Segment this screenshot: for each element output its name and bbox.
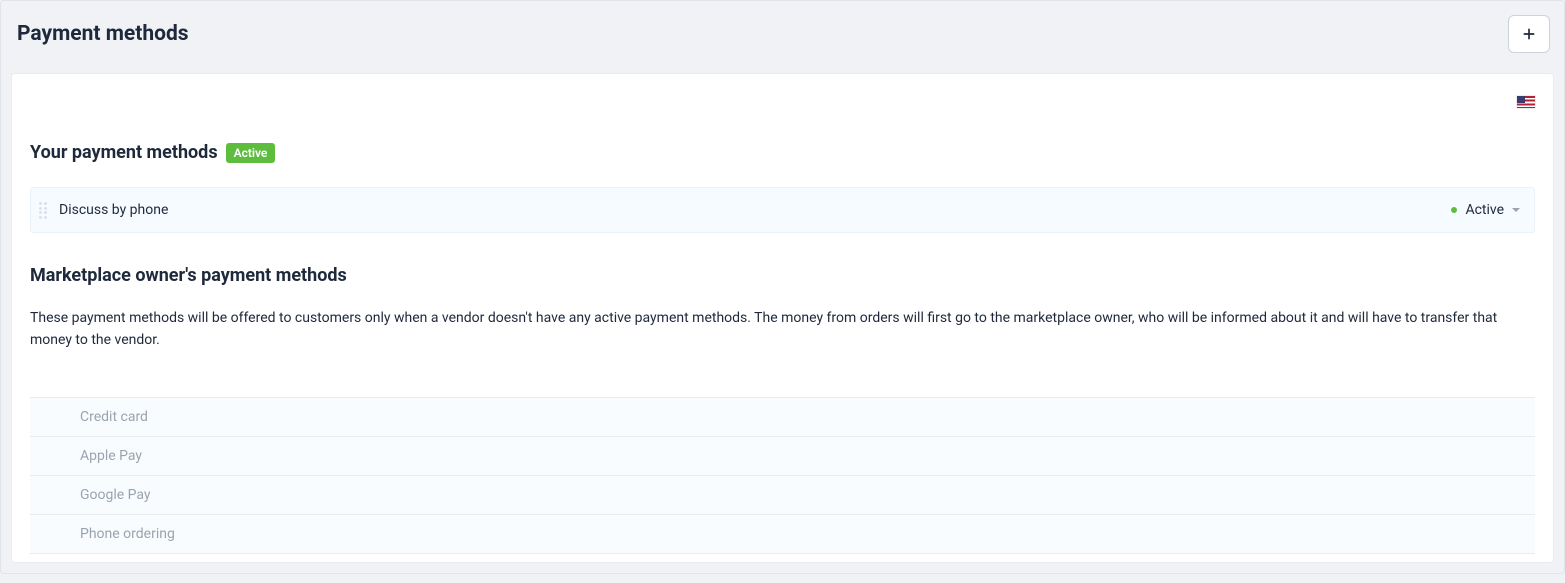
owner-method-name: Credit card xyxy=(80,409,148,425)
owner-method-row: Google Pay xyxy=(30,476,1535,515)
payment-method-row[interactable]: Discuss by phone Active xyxy=(30,187,1535,233)
your-payment-methods-heading: Your payment methods xyxy=(30,142,218,163)
status-dot-icon xyxy=(1451,207,1457,213)
owner-method-row: Credit card xyxy=(30,398,1535,437)
owner-method-row: Apple Pay xyxy=(30,437,1535,476)
content-panel: Your payment methods Active Discuss by p… xyxy=(11,73,1554,563)
language-flag-us[interactable] xyxy=(1517,96,1535,108)
owner-method-row: Phone ordering xyxy=(30,515,1535,554)
owner-methods-list: Credit card Apple Pay Google Pay Phone o… xyxy=(30,397,1535,554)
status-label: Active xyxy=(1465,202,1504,218)
add-button[interactable] xyxy=(1508,15,1550,53)
page-title: Payment methods xyxy=(17,22,189,46)
owner-method-name: Google Pay xyxy=(80,487,151,503)
owner-method-name: Phone ordering xyxy=(80,526,175,542)
status-dropdown[interactable]: Active xyxy=(1451,202,1520,218)
payment-method-name: Discuss by phone xyxy=(59,202,168,218)
active-filter-badge[interactable]: Active xyxy=(226,143,276,163)
plus-icon xyxy=(1521,26,1537,42)
owner-methods-description: These payment methods will be offered to… xyxy=(30,308,1535,351)
chevron-down-icon xyxy=(1512,208,1520,212)
owner-payment-methods-heading: Marketplace owner's payment methods xyxy=(30,265,1535,286)
drag-handle-icon[interactable] xyxy=(39,202,49,218)
owner-method-name: Apple Pay xyxy=(80,448,142,464)
